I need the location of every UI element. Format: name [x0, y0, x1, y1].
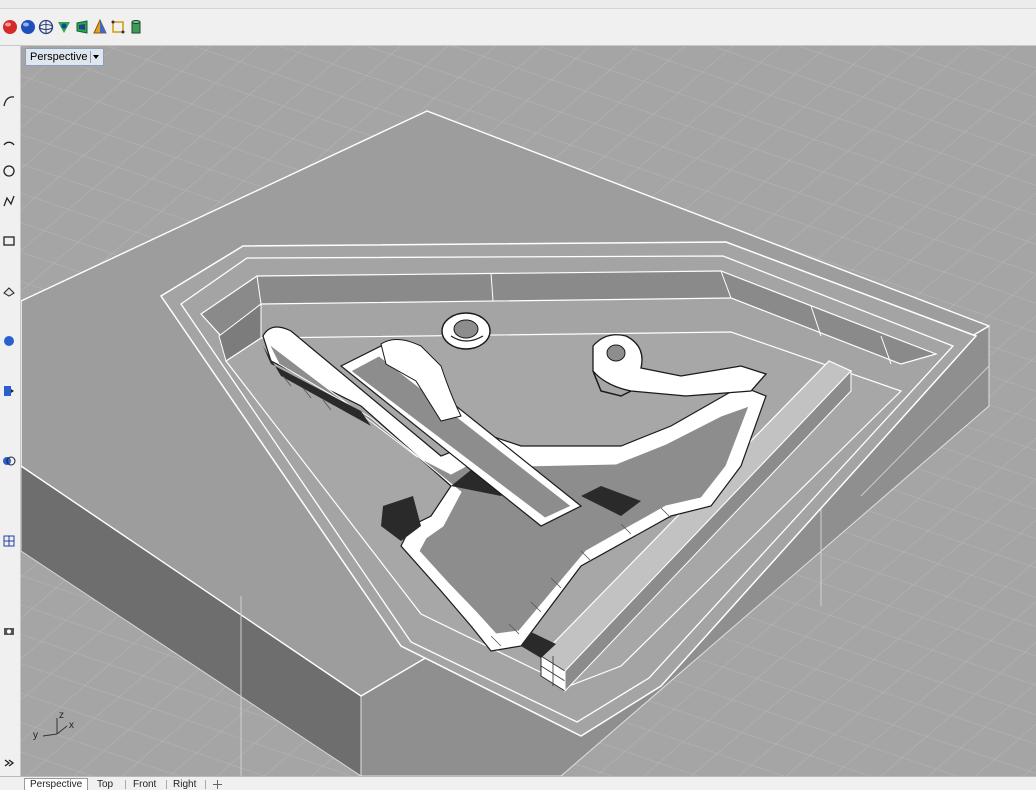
viewport-title[interactable]: Perspective — [25, 48, 105, 66]
tab-top[interactable]: Top — [92, 779, 118, 790]
cylinder-icon[interactable] — [128, 19, 144, 35]
arc-tool-icon[interactable] — [2, 134, 16, 148]
blue-sphere-icon[interactable] — [20, 19, 36, 35]
rectangle-tool-icon[interactable] — [2, 234, 16, 248]
tab-separator — [205, 780, 206, 789]
solid-tool-icon[interactable] — [2, 334, 16, 348]
tab-right[interactable]: Right — [168, 779, 201, 790]
mesh-icon[interactable] — [38, 19, 54, 35]
more-tools-icon[interactable] — [2, 756, 16, 770]
surface-tool-icon[interactable] — [2, 284, 16, 298]
frame-icon[interactable] — [110, 19, 126, 35]
axis-y-label: y — [33, 730, 38, 741]
cone-icon[interactable] — [92, 19, 108, 35]
tab-separator — [125, 780, 126, 789]
tab-perspective[interactable]: Perspective — [24, 778, 89, 790]
circle-tool-icon[interactable] — [2, 164, 16, 178]
curve-tool-icon[interactable] — [2, 94, 16, 108]
add-viewport-tab-icon[interactable] — [212, 779, 223, 790]
axis-z-label: z — [59, 710, 64, 721]
viewport-title-label: Perspective — [30, 50, 88, 63]
transform-tool-icon[interactable] — [2, 384, 16, 398]
shade-icon[interactable] — [56, 19, 72, 35]
render-icon[interactable] — [74, 19, 90, 35]
tab-separator — [166, 780, 167, 789]
red-sphere-icon[interactable] — [2, 19, 18, 35]
viewport-menu-dropdown-icon[interactable] — [90, 51, 101, 63]
perspective-viewport[interactable]: x z y Perspective — [21, 46, 1036, 776]
viewport-tabs: Perspective Top Front Right — [0, 776, 1036, 790]
left-toolbar — [0, 46, 21, 776]
mesh-tool-icon[interactable] — [2, 534, 16, 548]
axis-x-label: x — [69, 720, 74, 731]
menu-strip — [0, 0, 1036, 9]
toolbar — [0, 9, 1036, 46]
boolean-tool-icon[interactable] — [2, 454, 16, 468]
polyline-tool-icon[interactable] — [2, 194, 16, 208]
tab-front[interactable]: Front — [128, 779, 161, 790]
model-view: x z y — [21, 46, 1036, 776]
render-tool-icon[interactable] — [2, 624, 16, 638]
